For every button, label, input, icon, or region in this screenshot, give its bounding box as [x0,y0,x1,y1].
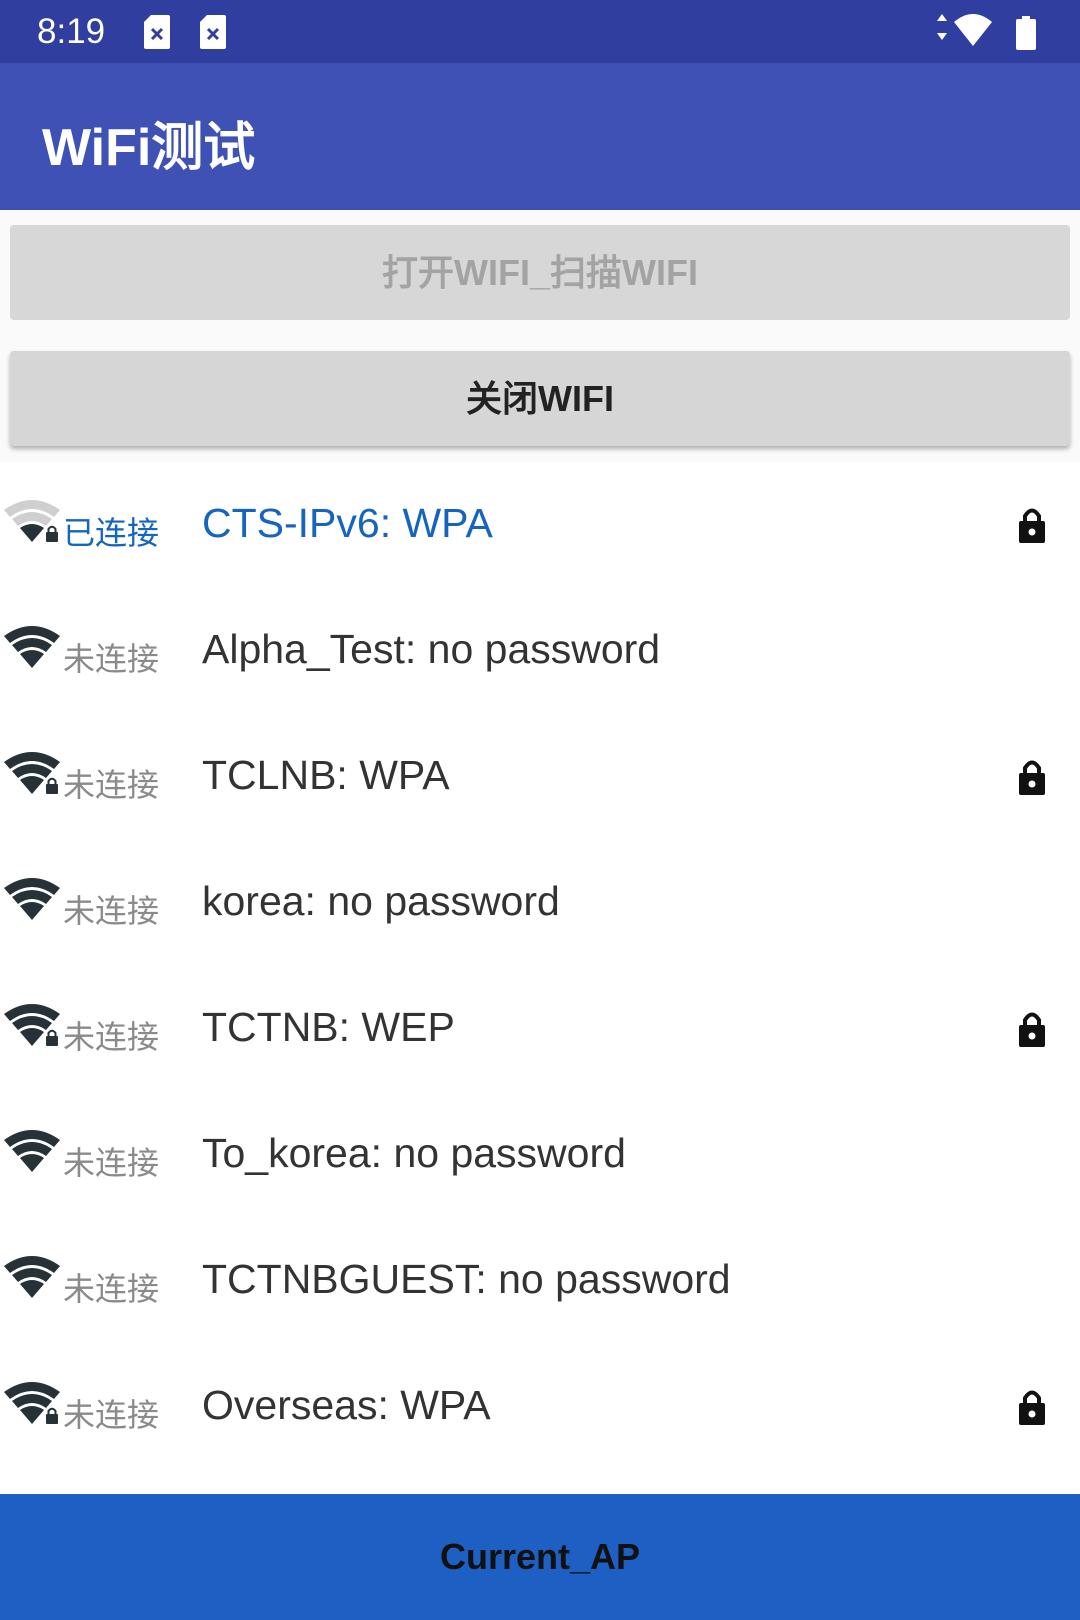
wifi-list-item[interactable]: 未连接 TCTNBGUEST: no password [0,1218,1080,1344]
wifi-list-item[interactable]: 已连接 CTS-IPv6: WPA [0,462,1080,588]
current-ap-button[interactable]: Current_AP [0,1494,1080,1620]
main-content: 打开WIFI_扫描WIFI 关闭WIFI 已连接 CTS-IPv6: WPA 未连接… [0,210,1080,1494]
battery-icon [1016,16,1036,50]
wifi-locked-icon [4,500,60,542]
network-name: TCLNB: WPA [202,752,450,798]
network-name: To_korea: no password [202,1130,626,1176]
wifi-list-item[interactable]: 未连接 korea: no password [0,840,1080,966]
wifi-signal-icon [954,14,992,46]
wifi-icon [4,878,60,920]
connection-status: 未连接 [63,892,160,930]
wifi-list-item[interactable]: 未连接 Overseas: WPA [0,1344,1080,1470]
status-time: 8:19 [37,12,106,51]
network-name: Alpha_Test: no password [202,626,661,672]
page-title: WiFi测试 [42,119,256,177]
wifi-icon [4,626,60,668]
connection-status: 已连接 [63,514,160,552]
wifi-list-item[interactable]: 未连接 TCTNB: WEP [0,966,1080,1092]
wifi-list-item[interactable]: 未连接 TCLNB: WPA [0,714,1080,840]
lock-icon [1019,1012,1045,1047]
network-name: korea: no password [202,878,560,924]
button-area: 打开WIFI_扫描WIFI 关闭WIFI [0,210,1080,462]
connection-status: 未连接 [63,640,160,678]
app-bar: WiFi测试 [0,63,1080,210]
lock-icon [1019,760,1045,795]
connection-status: 未连接 [63,1144,160,1182]
sim-card-icon [200,15,226,49]
wifi-list-item[interactable]: 未连接 To_korea: no password [0,1092,1080,1218]
data-arrows-icon [937,14,947,40]
wifi-locked-icon [4,752,60,794]
open-scan-wifi-button[interactable]: 打开WIFI_扫描WIFI [10,225,1070,320]
connection-status: 未连接 [63,766,160,804]
wifi-list-item[interactable]: 未连接 Alpha_Test: no password [0,588,1080,714]
connection-status: 未连接 [63,1270,160,1308]
wifi-locked-icon [4,1004,60,1046]
network-name: CTS-IPv6: WPA [202,500,493,546]
wifi-icon [4,1256,60,1298]
lock-icon [1019,508,1045,543]
network-name: TCTNBGUEST: no password [202,1256,731,1302]
status-bar: 8:19 [0,0,1080,63]
close-wifi-button[interactable]: 关闭WIFI [10,351,1070,446]
wifi-icon [4,1130,60,1172]
network-name: Overseas: WPA [202,1382,491,1428]
wifi-locked-icon [4,1382,60,1424]
connection-status: 未连接 [63,1018,160,1056]
sim-card-icon [144,15,170,49]
network-name: TCTNB: WEP [202,1004,455,1050]
status-icons [937,14,1036,50]
connection-status: 未连接 [63,1396,160,1434]
lock-icon [1019,1390,1045,1425]
